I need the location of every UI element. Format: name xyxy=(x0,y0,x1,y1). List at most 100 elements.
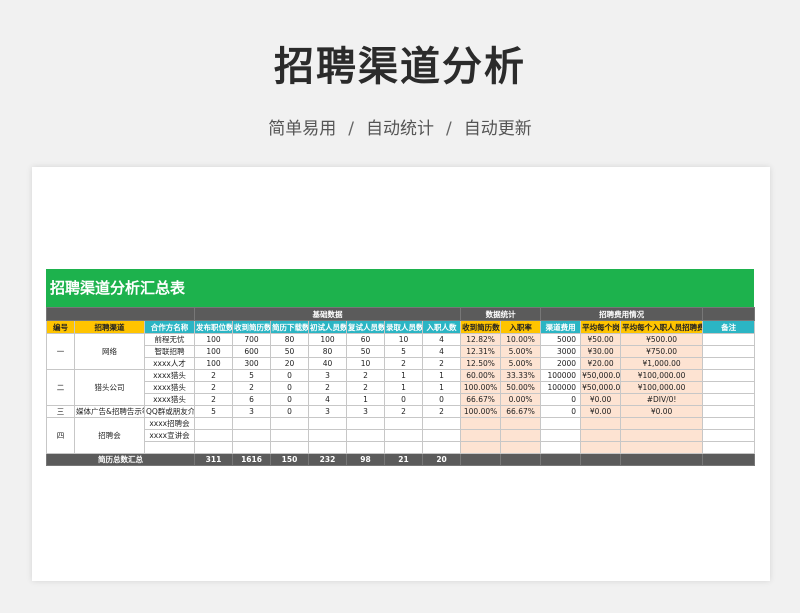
cell-joined[interactable]: 4 xyxy=(421,345,462,358)
cell-posts[interactable]: 2 xyxy=(194,369,233,382)
cell-partner[interactable]: xxxx招聘会 xyxy=(144,417,195,430)
cell-posts[interactable]: 100 xyxy=(194,357,233,370)
cell-avg-per-post[interactable]: ¥0.00 xyxy=(580,393,622,406)
cell-channel[interactable]: 媒体广告&招聘告示等 xyxy=(74,405,145,418)
cell-avg-per-join[interactable] xyxy=(620,441,704,454)
total-downloads[interactable]: 150 xyxy=(270,453,309,466)
cell-downloads[interactable]: 20 xyxy=(270,357,309,370)
cell-no[interactable]: 二 xyxy=(46,369,75,406)
cell-downloads[interactable] xyxy=(270,441,309,454)
cell-posts[interactable] xyxy=(194,441,233,454)
cell-posts[interactable]: 2 xyxy=(194,381,233,394)
cell-channel-fee[interactable]: 100000 xyxy=(540,381,582,394)
cell-hired[interactable]: 2 xyxy=(384,405,423,418)
cell-remarks[interactable] xyxy=(702,381,756,394)
cell-joined[interactable]: 1 xyxy=(421,369,462,382)
col-channel-fee[interactable]: 渠道费用 xyxy=(540,320,582,334)
cell-remarks[interactable] xyxy=(702,429,756,442)
cell-first-interview[interactable]: 2 xyxy=(308,381,347,394)
cell-resumes[interactable]: 6 xyxy=(232,393,271,406)
cell-second-interview[interactable]: 2 xyxy=(346,381,385,394)
cell-hired[interactable] xyxy=(384,429,423,442)
cell-posts[interactable]: 5 xyxy=(194,405,233,418)
total-posts[interactable]: 311 xyxy=(194,453,233,466)
cell-join-rate[interactable]: 66.67% xyxy=(500,405,542,418)
cell-remarks[interactable] xyxy=(702,345,756,358)
cell-first-interview[interactable] xyxy=(308,429,347,442)
cell-resume-ratio[interactable]: 60.00% xyxy=(460,369,502,382)
cell-avg-per-post[interactable]: ¥30.00 xyxy=(580,345,622,358)
cell-channel[interactable]: 网络 xyxy=(74,333,145,370)
cell-avg-per-join[interactable]: ¥750.00 xyxy=(620,345,704,358)
cell-hired[interactable] xyxy=(384,417,423,430)
col-avg-per-join[interactable]: 平均每个入职人员招聘费用 xyxy=(620,320,704,334)
cell-first-interview[interactable] xyxy=(308,417,347,430)
cell-second-interview[interactable]: 50 xyxy=(346,345,385,358)
cell-hired[interactable]: 10 xyxy=(384,333,423,346)
cell-channel-fee[interactable] xyxy=(540,429,582,442)
cell-resume-ratio[interactable] xyxy=(460,417,502,430)
cell-downloads[interactable]: 0 xyxy=(270,405,309,418)
cell-join-rate[interactable] xyxy=(500,417,542,430)
cell-posts[interactable]: 100 xyxy=(194,333,233,346)
total-second[interactable]: 98 xyxy=(346,453,385,466)
cell-resumes[interactable] xyxy=(232,429,271,442)
cell-remarks[interactable] xyxy=(702,441,756,454)
cell-channel-fee[interactable]: 5000 xyxy=(540,333,582,346)
cell-resumes[interactable]: 5 xyxy=(232,369,271,382)
cell-first-interview[interactable]: 40 xyxy=(308,357,347,370)
total-blank[interactable] xyxy=(620,453,704,466)
col-joined[interactable]: 入职人数 xyxy=(421,320,462,334)
cell-posts[interactable]: 2 xyxy=(194,393,233,406)
cell-downloads[interactable]: 80 xyxy=(270,333,309,346)
col-channel[interactable]: 招聘渠道 xyxy=(74,320,145,334)
cell-avg-per-join[interactable]: ¥100,000.00 xyxy=(620,381,704,394)
cell-resume-ratio[interactable]: 66.67% xyxy=(460,393,502,406)
cell-joined[interactable]: 2 xyxy=(421,405,462,418)
col-first-interview[interactable]: 初试人员数 xyxy=(308,320,347,334)
cell-resume-ratio[interactable]: 100.00% xyxy=(460,381,502,394)
cell-partner[interactable]: xxxx猎头 xyxy=(144,393,195,406)
cell-hired[interactable]: 1 xyxy=(384,381,423,394)
cell-resume-ratio[interactable] xyxy=(460,429,502,442)
cell-channel[interactable]: 招聘会 xyxy=(74,417,145,454)
col-join-rate[interactable]: 入职率 xyxy=(500,320,542,334)
cell-first-interview[interactable]: 3 xyxy=(308,369,347,382)
cell-avg-per-join[interactable]: ¥1,000.00 xyxy=(620,357,704,370)
col-avg-per-post[interactable]: 平均每个岗位招聘 xyxy=(580,320,622,334)
total-hired[interactable]: 21 xyxy=(384,453,423,466)
cell-join-rate[interactable]: 50.00% xyxy=(500,381,542,394)
cell-joined[interactable]: 4 xyxy=(421,333,462,346)
cell-remarks[interactable] xyxy=(702,393,756,406)
cell-avg-per-join[interactable]: #DIV/0! xyxy=(620,393,704,406)
total-label[interactable]: 简历总数汇总 xyxy=(46,453,195,466)
cell-remarks[interactable] xyxy=(702,357,756,370)
cell-downloads[interactable]: 50 xyxy=(270,345,309,358)
cell-avg-per-post[interactable]: ¥50,000.00 xyxy=(580,381,622,394)
cell-partner[interactable]: xxxx猎头 xyxy=(144,369,195,382)
cell-channel-fee[interactable]: 0 xyxy=(540,393,582,406)
cell-resumes[interactable]: 300 xyxy=(232,357,271,370)
cell-first-interview[interactable]: 3 xyxy=(308,405,347,418)
cell-channel[interactable]: 猎头公司 xyxy=(74,369,145,406)
cell-avg-per-join[interactable] xyxy=(620,429,704,442)
cell-posts[interactable] xyxy=(194,429,233,442)
cell-no[interactable]: 三 xyxy=(46,405,75,418)
col-partner[interactable]: 合作方名称 xyxy=(144,320,195,334)
cell-channel-fee[interactable]: 2000 xyxy=(540,357,582,370)
cell-downloads[interactable] xyxy=(270,429,309,442)
total-blank[interactable] xyxy=(580,453,622,466)
cell-hired[interactable]: 1 xyxy=(384,369,423,382)
cell-downloads[interactable]: 0 xyxy=(270,369,309,382)
col-downloads[interactable]: 简历下载数 xyxy=(270,320,309,334)
cell-avg-per-join[interactable]: ¥100,000.00 xyxy=(620,369,704,382)
cell-partner[interactable]: xxxx人才 xyxy=(144,357,195,370)
cell-join-rate[interactable]: 33.33% xyxy=(500,369,542,382)
cell-hired[interactable]: 5 xyxy=(384,345,423,358)
cell-avg-per-post[interactable]: ¥50.00 xyxy=(580,333,622,346)
cell-channel-fee[interactable]: 0 xyxy=(540,405,582,418)
cell-channel-fee[interactable] xyxy=(540,441,582,454)
cell-avg-per-join[interactable] xyxy=(620,417,704,430)
total-resumes[interactable]: 1616 xyxy=(232,453,271,466)
cell-resume-ratio[interactable]: 100.00% xyxy=(460,405,502,418)
